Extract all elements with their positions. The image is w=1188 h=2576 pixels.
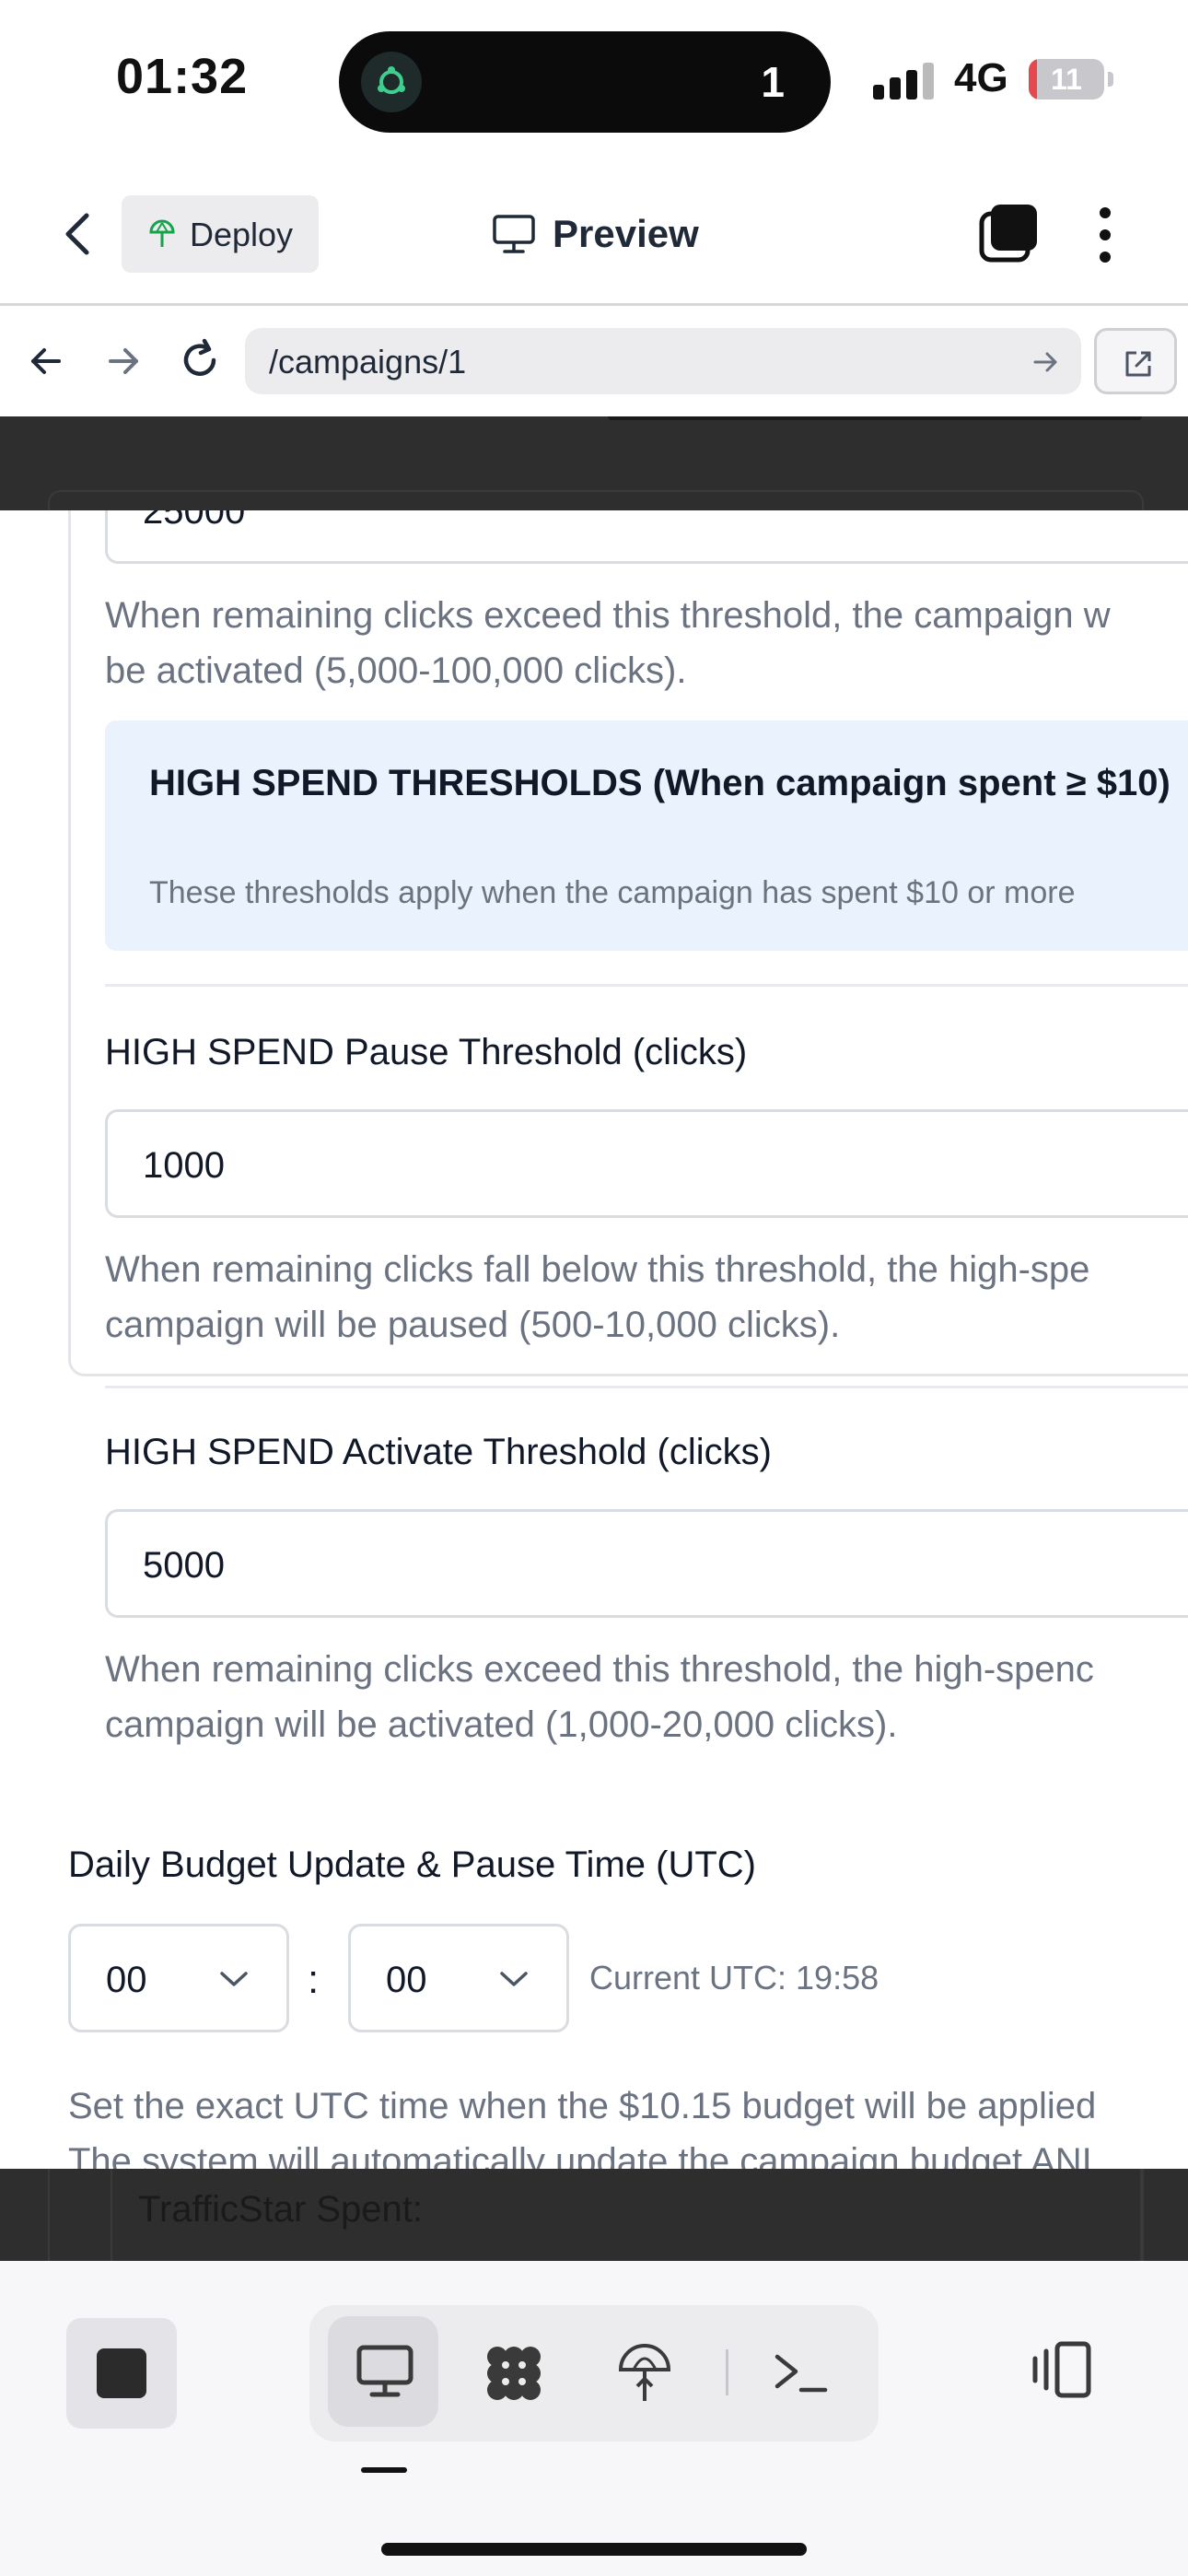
desktop-tool-button[interactable] xyxy=(328,2316,438,2427)
help-text: be activated (5,000-100,000 clicks). xyxy=(105,650,687,691)
toolbar-divider xyxy=(726,2349,728,2395)
more-vertical-icon xyxy=(1100,207,1111,263)
input-value: 1000 xyxy=(143,1145,225,1186)
stop-button[interactable] xyxy=(66,2318,177,2429)
divider xyxy=(105,1386,1188,1388)
active-tool-indicator xyxy=(361,2467,407,2473)
more-menu-button[interactable] xyxy=(1087,205,1124,265)
minute-value: 00 xyxy=(386,1960,427,2000)
browser-url-bar: /campaigns/1 xyxy=(0,306,1188,416)
deploy-icon xyxy=(618,2344,671,2401)
tabs-button[interactable] xyxy=(976,201,1041,265)
input-value: 25000 xyxy=(143,510,246,532)
stop-icon xyxy=(97,2348,146,2398)
external-link-icon xyxy=(1125,351,1151,377)
help-text: campaign will be paused (500-10,000 clic… xyxy=(105,1305,841,1345)
monitor-icon xyxy=(492,214,536,259)
hour-select[interactable]: 00 xyxy=(68,1924,289,2032)
info-subtitle: These thresholds apply when the campaign… xyxy=(149,875,1076,910)
deploy-label: Deploy xyxy=(190,216,294,253)
battery-icon: 11 xyxy=(1029,59,1104,100)
network-type: 4G xyxy=(954,55,1008,100)
activate-threshold-input[interactable]: 25000 xyxy=(105,510,1188,564)
ubuntu-icon xyxy=(361,52,422,112)
deploy-tool-button[interactable] xyxy=(588,2316,698,2427)
overlay-band-top xyxy=(0,416,1188,518)
back-button[interactable] xyxy=(55,208,101,260)
open-external-button[interactable] xyxy=(1094,328,1177,394)
chevron-left-icon xyxy=(65,213,89,255)
divider xyxy=(105,984,1188,987)
apps-tool-button[interactable] xyxy=(457,2316,567,2427)
reload-icon[interactable] xyxy=(177,337,223,388)
help-text: When remaining clicks exceed this thresh… xyxy=(105,595,1111,636)
go-arrow-icon[interactable] xyxy=(1031,348,1059,381)
terminal-tool-button[interactable] xyxy=(744,2316,855,2427)
trafficstar-spent-label: TrafficStar Spent: xyxy=(138,2189,424,2230)
overlay-band-bottom: TrafficStar Spent: xyxy=(0,2169,1188,2261)
tabs-icon xyxy=(979,205,1037,263)
signal-icon xyxy=(873,61,938,106)
help-text: campaign will be activated (1,000-20,000… xyxy=(105,1704,898,1745)
layout-toggle-button[interactable] xyxy=(1030,2340,1094,2404)
preview-tab[interactable]: Preview xyxy=(492,195,713,273)
info-title: HIGH SPEND THRESHOLDS (When campaign spe… xyxy=(149,763,1171,803)
tool-switcher xyxy=(309,2305,879,2441)
high-spend-activate-input[interactable]: 5000 xyxy=(105,1509,1188,1618)
url-text: /campaigns/1 xyxy=(269,343,467,381)
battery-cap xyxy=(1108,72,1113,87)
status-time: 01:32 xyxy=(116,49,249,104)
help-text: When remaining clicks fall below this th… xyxy=(105,1249,1090,1290)
deploy-button[interactable]: Deploy xyxy=(122,195,319,273)
budget-footnote: The system will automatically update the… xyxy=(68,2141,1092,2169)
battery-percent: 11 xyxy=(1051,63,1082,96)
preview-label: Preview xyxy=(553,212,699,255)
dynamic-island[interactable]: 1 xyxy=(339,31,831,133)
layout-icon xyxy=(1032,2341,1091,2398)
url-field[interactable]: /campaigns/1 xyxy=(245,328,1081,394)
apps-icon xyxy=(487,2347,541,2400)
arrow-right-icon[interactable] xyxy=(103,341,144,386)
hour-value: 00 xyxy=(106,1960,147,2000)
deploy-icon xyxy=(147,219,177,253)
pause-threshold-label: HIGH SPEND Pause Threshold (clicks) xyxy=(105,1032,748,1072)
input-value: 5000 xyxy=(143,1545,225,1586)
desktop-icon xyxy=(356,2345,413,2397)
activate-threshold-label: HIGH SPEND Activate Threshold (clicks) xyxy=(105,1432,772,1472)
high-spend-info-box: HIGH SPEND THRESHOLDS (When campaign spe… xyxy=(105,720,1188,951)
home-indicator[interactable] xyxy=(381,2543,807,2556)
time-separator: : xyxy=(308,1957,320,2002)
help-text: When remaining clicks exceed this thresh… xyxy=(105,1649,1094,1690)
chevron-down-icon xyxy=(218,1969,250,1994)
terminal-icon xyxy=(775,2354,828,2393)
settings-form: 25000 When remaining clicks exceed this … xyxy=(0,510,1188,2169)
app-header: Deploy Preview xyxy=(0,162,1188,306)
island-count: 1 xyxy=(761,58,785,106)
daily-budget-label: Daily Budget Update & Pause Time (UTC) xyxy=(68,1844,756,1885)
bottom-toolbar xyxy=(0,2261,1188,2576)
minute-select[interactable]: 00 xyxy=(348,1924,569,2032)
budget-footnote: Set the exact UTC time when the $10.15 b… xyxy=(68,2086,1097,2126)
chevron-down-icon xyxy=(498,1969,530,1994)
background-bar xyxy=(608,416,1142,420)
pause-threshold-input[interactable]: 1000 xyxy=(105,1109,1188,1218)
status-bar: 01:32 1 4G 11 xyxy=(0,0,1188,162)
arrow-left-icon[interactable] xyxy=(26,341,66,386)
current-utc: Current UTC: 19:58 xyxy=(589,1959,879,1996)
